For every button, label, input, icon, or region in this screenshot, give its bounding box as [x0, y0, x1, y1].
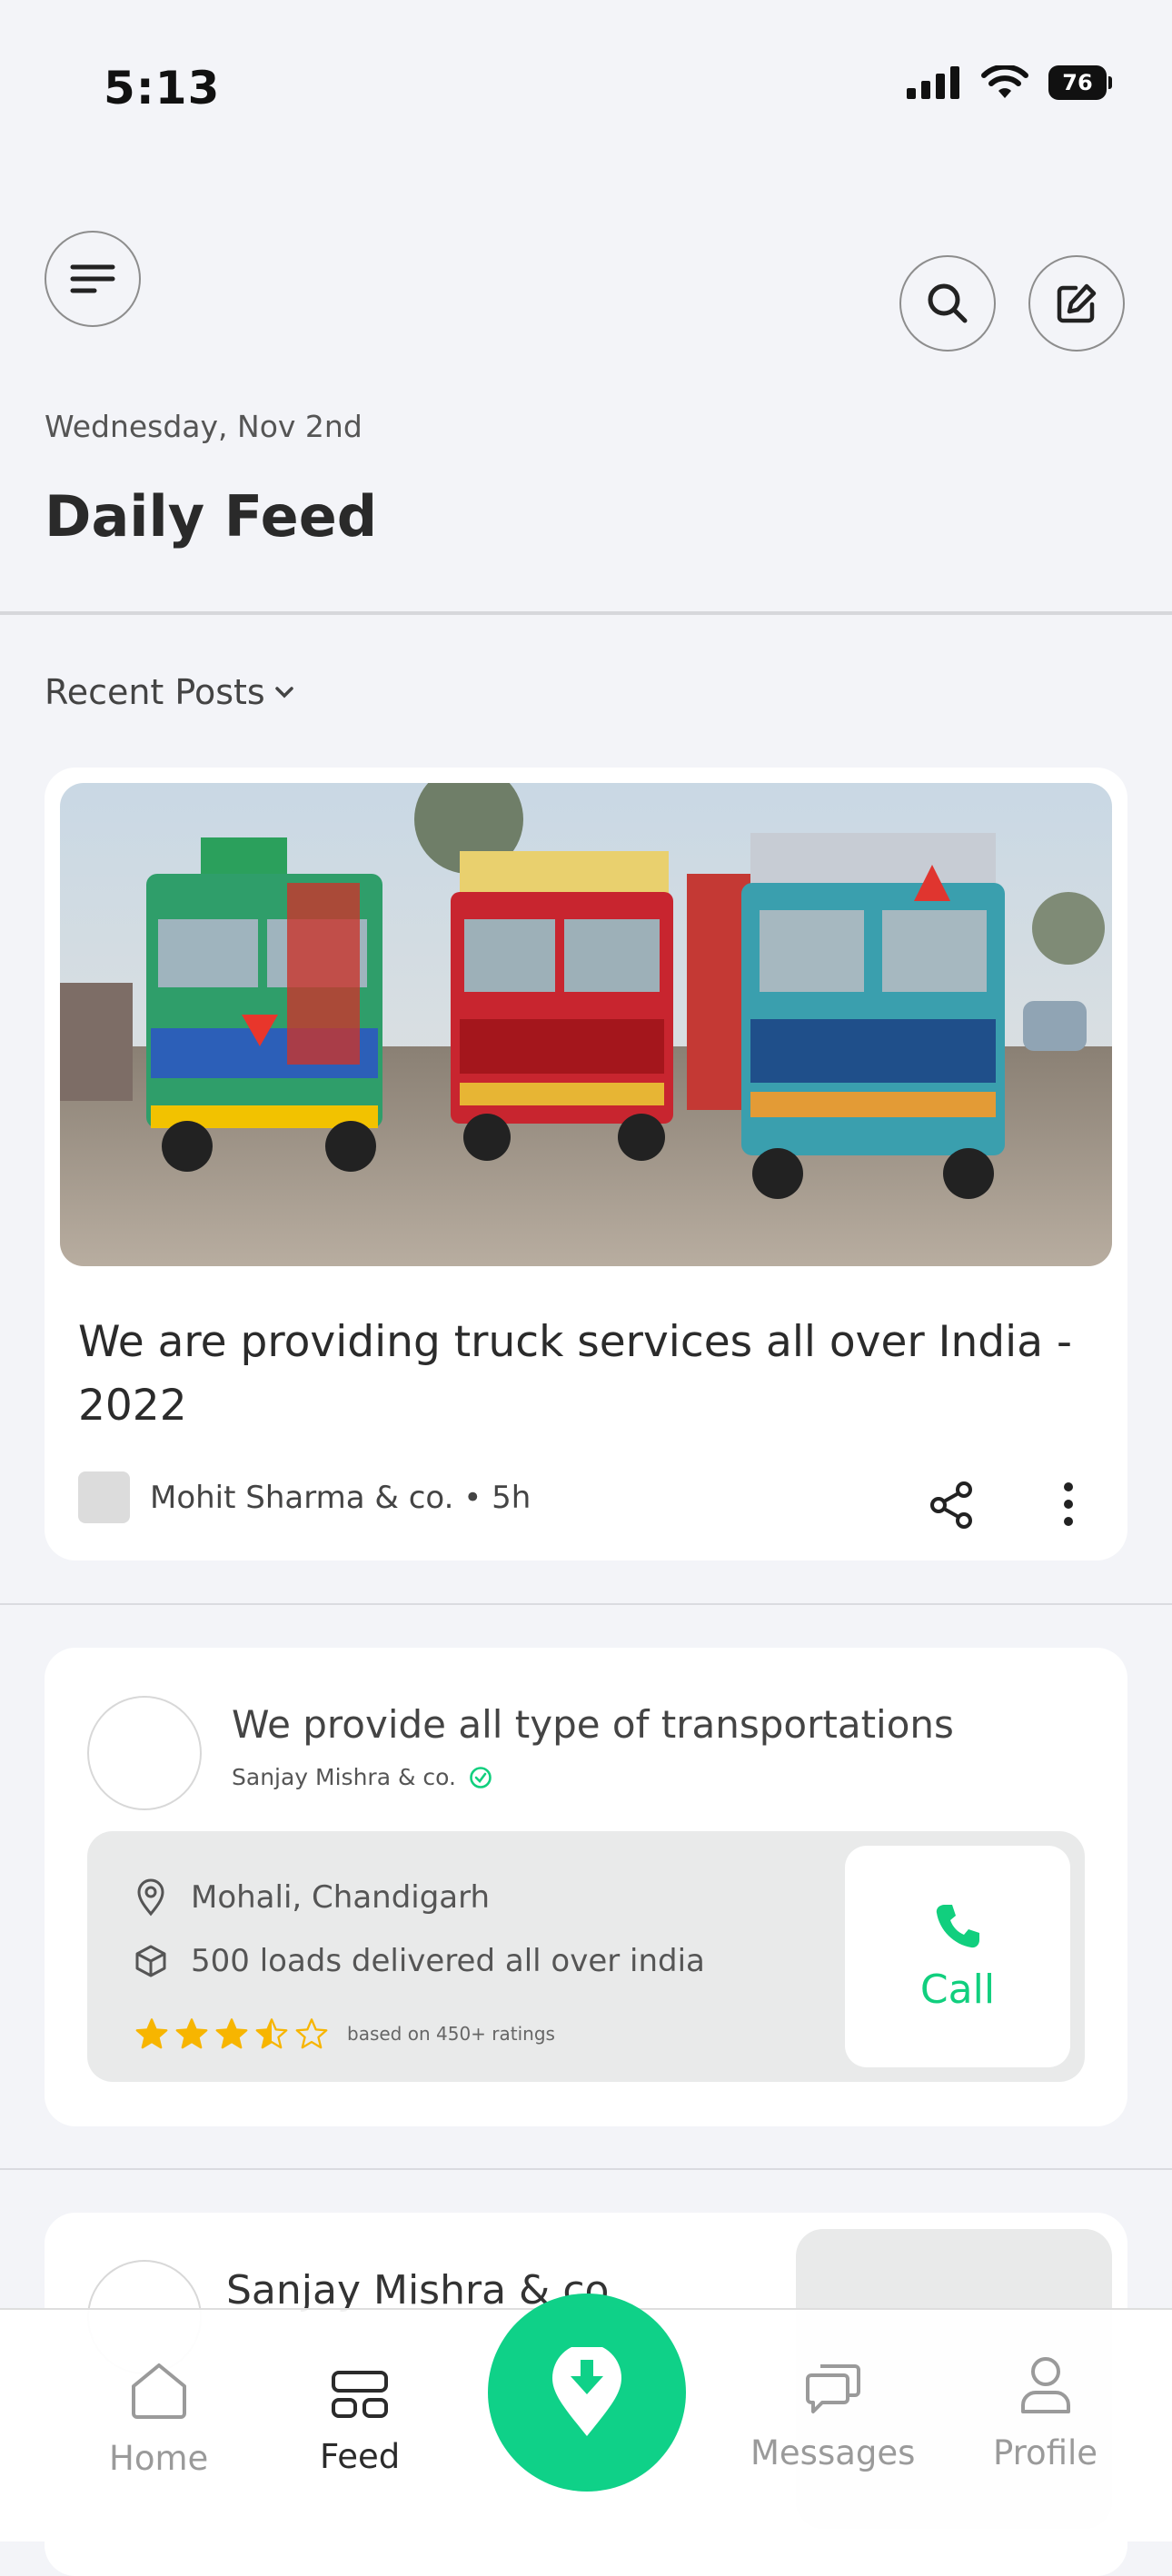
post-author-row[interactable]: Mohit Sharma & co. • 5h [78, 1471, 531, 1523]
company-name: Sanjay Mishra & co. [232, 1764, 456, 1790]
star-icon [175, 2018, 208, 2049]
compose-button[interactable] [1028, 255, 1125, 352]
messages-icon [805, 2364, 860, 2413]
phone-icon [936, 1904, 979, 1947]
post-title[interactable]: We are providing truck services all over… [78, 1311, 1096, 1438]
nav-feed-label: Feed [320, 2437, 401, 2476]
location-row: Mohali, Chandigarh [134, 1878, 490, 1917]
truck-photo [60, 783, 1112, 1266]
home-icon [131, 2363, 186, 2419]
recent-posts-label: Recent Posts [45, 672, 265, 712]
feed-divider-2 [0, 2168, 1172, 2170]
feed-divider-1 [0, 1603, 1172, 1605]
more-options-icon[interactable] [1062, 1481, 1075, 1527]
chevron-down-icon [274, 687, 293, 698]
call-button[interactable]: Call [845, 1846, 1070, 2067]
loads-row: 500 loads delivered all over india [134, 1943, 705, 1979]
rating-stars: based on 450+ ratings [134, 2017, 555, 2050]
header-date: Wednesday, Nov 2nd [45, 409, 363, 444]
package-icon [135, 1945, 166, 1977]
location-fab[interactable] [488, 2294, 686, 2492]
search-icon [928, 283, 968, 323]
star-icon [215, 2018, 248, 2049]
nav-messages-label: Messages [750, 2433, 916, 2472]
nav-profile[interactable]: Profile [993, 2355, 1098, 2472]
nav-home-label: Home [109, 2439, 209, 2478]
menu-icon [70, 264, 115, 293]
battery-level: 76 [1048, 65, 1107, 100]
page-title: Daily Feed [45, 483, 378, 550]
rating-note: based on 450+ ratings [347, 2023, 555, 2045]
signal-icon [907, 66, 959, 99]
battery-icon: 76 [1048, 65, 1112, 100]
status-time: 5:13 [104, 62, 221, 114]
post-card[interactable]: We are providing truck services all over… [45, 768, 1127, 1560]
verified-icon [470, 1766, 492, 1788]
wifi-icon [981, 65, 1028, 98]
star-icon [135, 2018, 168, 2049]
star-icon [255, 2018, 288, 2049]
post-author: Mohit Sharma & co. • 5h [150, 1479, 531, 1516]
edit-icon [1057, 283, 1097, 323]
share-icon[interactable] [929, 1481, 973, 1529]
location-download-icon [552, 2347, 621, 2436]
service-info-box: Mohali, Chandigarh 500 loads delivered a… [87, 1831, 1085, 2082]
loads-text: 500 loads delivered all over india [191, 1943, 705, 1979]
profile-icon [1020, 2357, 1070, 2413]
call-label: Call [919, 1966, 996, 2013]
service-title[interactable]: We provide all type of transportations [232, 1702, 954, 1747]
status-icons: 76 [907, 65, 1112, 100]
star-icon [295, 2018, 328, 2049]
header-divider [0, 611, 1172, 615]
nav-home[interactable]: Home [109, 2361, 208, 2478]
menu-button[interactable] [45, 231, 141, 327]
recent-posts-dropdown[interactable]: Recent Posts [45, 672, 294, 712]
location-pin-icon [137, 1878, 164, 1917]
author-avatar [78, 1471, 130, 1523]
nav-profile-label: Profile [993, 2433, 1098, 2472]
location-text: Mohali, Chandigarh [191, 1879, 491, 1916]
search-button[interactable] [899, 255, 996, 352]
feed-icon [332, 2371, 389, 2418]
service-card[interactable]: We provide all type of transportations S… [45, 1648, 1127, 2126]
company-row: Sanjay Mishra & co. [232, 1764, 492, 1790]
nav-feed[interactable]: Feed [320, 2370, 400, 2476]
nav-messages[interactable]: Messages [750, 2359, 915, 2472]
company-avatar [87, 1696, 202, 1810]
